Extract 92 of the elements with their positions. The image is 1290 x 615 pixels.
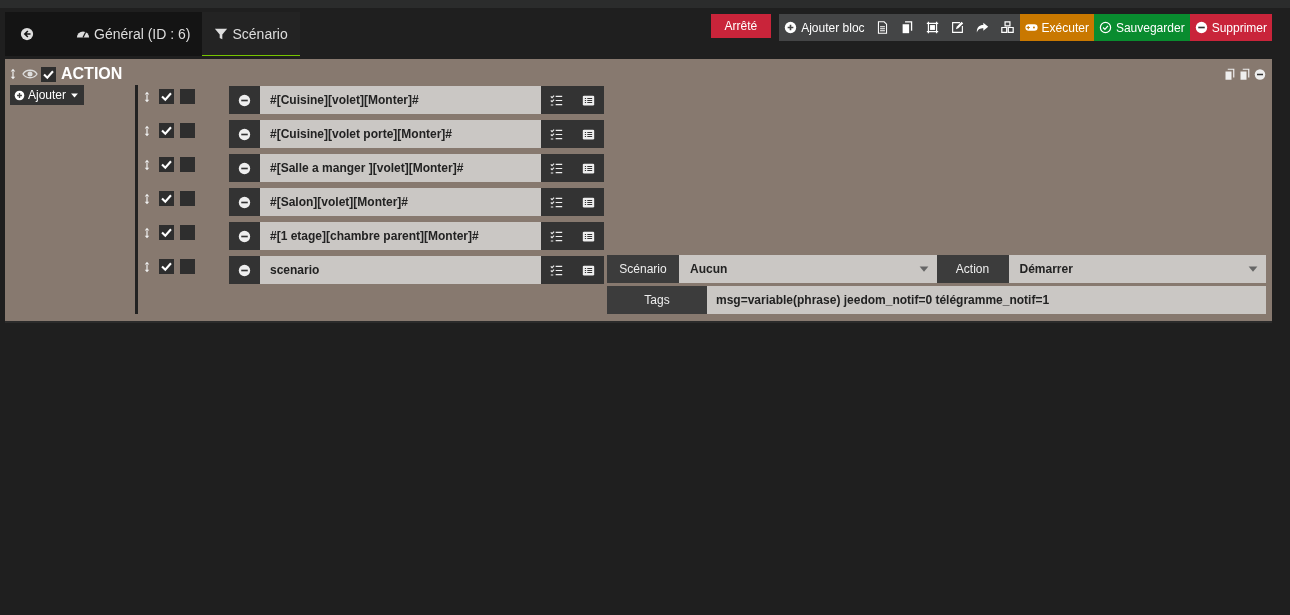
options-button[interactable] — [572, 154, 604, 182]
options-button[interactable] — [572, 188, 604, 216]
crop-icon — [925, 21, 939, 34]
options-button[interactable] — [572, 86, 604, 114]
command-field[interactable]: #[Salle a manger ][volet][Monter]# — [260, 154, 541, 182]
checklist-icon — [550, 127, 563, 141]
checkbox[interactable] — [180, 259, 195, 274]
select-command-button[interactable] — [541, 222, 572, 250]
remove-icon — [1254, 67, 1266, 81]
checklist-icon — [550, 161, 563, 175]
minus-circle-icon — [238, 127, 251, 141]
checklist-icon — [550, 93, 563, 107]
cubes-button[interactable] — [994, 14, 1020, 41]
share-icon — [975, 21, 989, 34]
tab[interactable]: Scénario — [202, 12, 300, 56]
command-field[interactable]: #[Cuisine][volet porte][Monter]# — [260, 120, 541, 148]
check-circle-icon — [1098, 21, 1112, 34]
field-label: Scénario — [607, 255, 679, 283]
select-command-button[interactable] — [541, 256, 572, 284]
minus-circle-icon — [238, 195, 251, 209]
remove-button[interactable] — [229, 86, 260, 114]
checklist-icon — [550, 195, 563, 209]
command-field[interactable]: #[1 etage][chambre parent][Monter]# — [260, 222, 541, 250]
remove-button[interactable] — [229, 256, 260, 284]
status-badge: Arrêté — [710, 14, 772, 38]
add-dropdown-button[interactable]: Ajouter — [10, 85, 85, 105]
check-icon — [160, 158, 173, 171]
select-command-button[interactable] — [541, 120, 572, 148]
checkbox[interactable] — [180, 225, 195, 240]
checkbox[interactable] — [159, 225, 174, 240]
check-icon — [160, 260, 173, 273]
minus-circle-icon — [238, 93, 251, 107]
save-button[interactable]: Sauvegarder — [1093, 14, 1190, 41]
field-label: Action — [936, 255, 1009, 283]
copy-icon — [900, 21, 914, 34]
check-icon — [160, 192, 173, 205]
edit-icon — [950, 21, 964, 34]
check-icon — [160, 124, 173, 137]
plus-circle-icon — [14, 89, 25, 101]
command-field[interactable]: #[Cuisine][volet][Monter]# — [260, 86, 541, 114]
command-field[interactable]: scenario — [260, 256, 541, 284]
remove-button[interactable] — [229, 222, 260, 250]
checkbox[interactable] — [159, 191, 174, 206]
check-icon — [160, 90, 173, 103]
paste-icon — [1239, 67, 1251, 81]
select-command-button[interactable] — [541, 86, 572, 114]
cubes-icon — [1000, 21, 1014, 34]
select-command-button[interactable] — [541, 188, 572, 216]
checkbox[interactable] — [180, 123, 195, 138]
file-icon — [875, 21, 889, 34]
select-command-button[interactable] — [541, 154, 572, 182]
minus-circle-icon — [238, 229, 251, 243]
checklist-icon — [550, 263, 563, 277]
list-icon — [581, 93, 595, 107]
tab[interactable]: Général (ID : 6) — [64, 12, 203, 56]
remove-button[interactable] — [229, 120, 260, 148]
checkbox[interactable] — [159, 157, 174, 172]
checkbox[interactable] — [180, 157, 195, 172]
back-icon — [20, 26, 34, 41]
tags-field[interactable]: msg=variable(phrase) jeedom_notif=0 télégramme_notif=1 — [707, 286, 1266, 314]
add-block-button[interactable]: Ajouter bloc — [779, 14, 870, 41]
remove-button[interactable] — [229, 188, 260, 216]
gamepad-icon — [1024, 21, 1038, 34]
minus-circle-icon — [238, 263, 251, 277]
minus-circle-icon — [238, 161, 251, 175]
list-icon — [581, 195, 595, 209]
field-label: Tags — [607, 286, 707, 314]
options-button[interactable] — [572, 222, 604, 250]
scenario-select[interactable]: Aucun — [679, 255, 937, 283]
minus-circle-icon — [1194, 21, 1208, 34]
options-button[interactable] — [572, 120, 604, 148]
list-icon — [581, 161, 595, 175]
filter-icon — [214, 26, 229, 41]
checkbox[interactable] — [41, 66, 56, 82]
list-icon — [581, 229, 595, 243]
list-icon — [581, 263, 595, 277]
checkbox[interactable] — [159, 259, 174, 274]
checklist-icon — [550, 229, 563, 243]
list-icon — [581, 127, 595, 141]
check-icon — [160, 226, 173, 239]
plus-circle-icon — [784, 21, 798, 34]
block-title: ACTION — [61, 65, 123, 83]
delete-button[interactable]: Supprimer — [1189, 14, 1272, 41]
action-select[interactable]: Démarrer — [1008, 255, 1266, 283]
remove-button[interactable] — [229, 154, 260, 182]
checkbox[interactable] — [180, 89, 195, 104]
checkbox[interactable] — [159, 89, 174, 104]
command-field[interactable]: #[Salon][volet][Monter]# — [260, 188, 541, 216]
checkbox[interactable] — [180, 191, 195, 206]
copy-icon — [1224, 67, 1236, 81]
options-button[interactable] — [572, 256, 604, 284]
checkbox[interactable] — [159, 123, 174, 138]
